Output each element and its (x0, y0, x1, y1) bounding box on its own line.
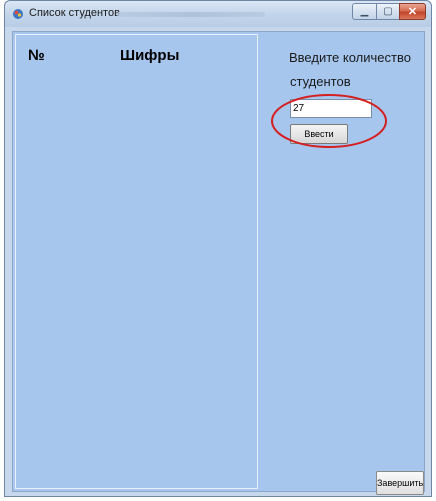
app-window: Список студентов ▁ ▢ ✕ № Шифры Введите к… (4, 0, 432, 497)
close-button[interactable]: ✕ (399, 3, 426, 20)
count-prompt-line1: Введите количество (289, 50, 411, 65)
title-bar[interactable]: Список студентов ▁ ▢ ✕ (5, 1, 431, 27)
close-icon: ✕ (407, 6, 418, 18)
codes-column-header: Шифры (120, 47, 180, 64)
maximize-icon: ▢ (383, 6, 393, 17)
form-client-area: № Шифры Введите количество студентов Вве… (12, 31, 425, 495)
enter-button[interactable]: Ввести (290, 124, 348, 144)
count-prompt-line2: студентов (290, 74, 351, 89)
maximize-button[interactable]: ▢ (376, 3, 400, 20)
app-icon (13, 9, 23, 19)
number-column-header: № (28, 47, 45, 64)
blurred-title-tail (117, 12, 265, 17)
minimize-button[interactable]: ▁ (352, 3, 377, 20)
minimize-icon: ▁ (360, 6, 369, 17)
student-count-input[interactable] (290, 99, 372, 118)
window-title: Список студентов (29, 7, 120, 19)
students-list-panel[interactable]: № Шифры (15, 34, 258, 489)
finish-button[interactable]: Завершить (376, 471, 424, 495)
